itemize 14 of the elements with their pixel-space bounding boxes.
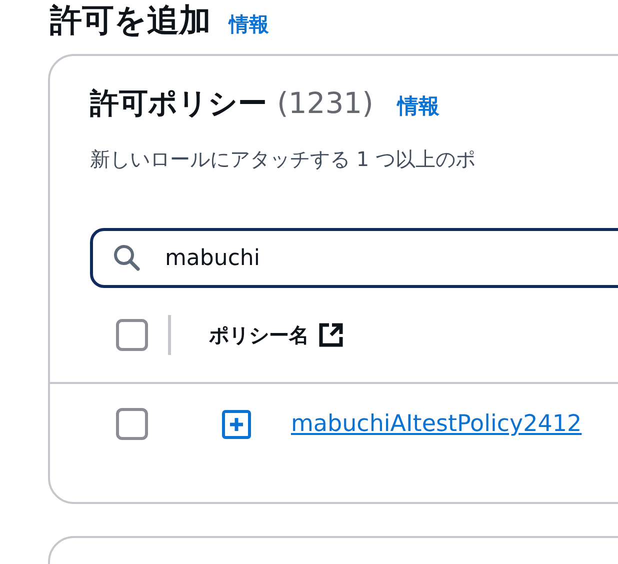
info-link[interactable]: 情報 xyxy=(397,92,440,120)
select-all-checkbox[interactable] xyxy=(116,319,148,351)
row-checkbox[interactable] xyxy=(116,408,148,440)
column-header[interactable]: ポリシー名 xyxy=(209,322,309,348)
search-icon xyxy=(112,243,142,273)
page-title: 許可を追加 xyxy=(50,0,211,40)
card-title: 許可ポリシー xyxy=(90,85,267,122)
info-link[interactable]: 情報 xyxy=(229,11,269,38)
external-link-icon[interactable] xyxy=(317,321,345,349)
expand-icon[interactable] xyxy=(222,410,251,438)
policy-name-link[interactable]: mabuchiAItestPolicy2412 xyxy=(291,411,582,437)
card-description: 新しいロールにアタッチする 1 つ以上のポ xyxy=(90,146,476,173)
search-field[interactable]: mabuchi xyxy=(90,228,618,288)
policy-count: (1231) xyxy=(277,86,374,120)
